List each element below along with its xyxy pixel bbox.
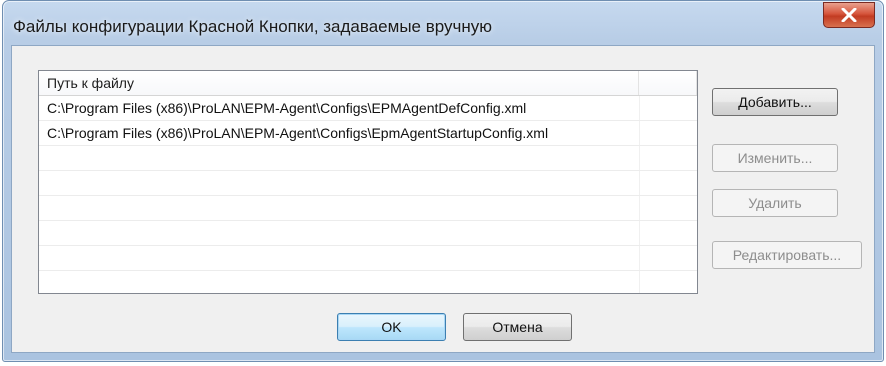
column-separator bbox=[639, 196, 640, 220]
close-x-icon bbox=[841, 8, 857, 22]
list-row[interactable]: C:\Program Files (x86)\ProLAN\EPM-Agent\… bbox=[39, 96, 697, 121]
list-row[interactable]: C:\Program Files (x86)\ProLAN\EPM-Agent\… bbox=[39, 121, 697, 146]
column-separator bbox=[639, 246, 640, 270]
file-path-cell: C:\Program Files (x86)\ProLAN\EPM-Agent\… bbox=[47, 125, 549, 141]
file-path-cell: C:\Program Files (x86)\ProLAN\EPM-Agent\… bbox=[47, 100, 527, 116]
column-separator bbox=[639, 171, 640, 195]
column-header-path[interactable]: Путь к файлу bbox=[39, 71, 639, 95]
close-button[interactable] bbox=[823, 2, 875, 28]
ok-button[interactable]: OK bbox=[337, 313, 446, 341]
column-separator bbox=[639, 121, 640, 145]
column-header-filler bbox=[639, 71, 697, 95]
dialog-window: Файлы конфигурации Красной Кнопки, задав… bbox=[2, 0, 884, 362]
delete-button[interactable]: Удалить bbox=[712, 189, 838, 217]
list-row-empty bbox=[39, 221, 697, 246]
config-files-list[interactable]: Путь к файлу C:\Program Files (x86)\ProL… bbox=[38, 70, 698, 294]
column-separator bbox=[639, 271, 640, 293]
add-button[interactable]: Добавить... bbox=[712, 88, 838, 116]
edit-button[interactable]: Изменить... bbox=[712, 144, 838, 172]
list-row-empty bbox=[39, 196, 697, 221]
column-separator bbox=[639, 96, 640, 120]
title-bar[interactable]: Файлы конфигурации Красной Кнопки, задав… bbox=[3, 1, 883, 45]
window-title: Файлы конфигурации Красной Кнопки, задав… bbox=[13, 17, 493, 36]
list-row-empty bbox=[39, 146, 697, 171]
cancel-button[interactable]: Отмена bbox=[463, 313, 572, 341]
list-row-empty bbox=[39, 171, 697, 196]
column-separator bbox=[639, 146, 640, 170]
column-separator bbox=[639, 221, 640, 245]
dialog-client-area: Путь к файлу C:\Program Files (x86)\ProL… bbox=[11, 45, 875, 353]
list-header: Путь к файлу bbox=[39, 71, 697, 96]
open-editor-button[interactable]: Редактировать... bbox=[712, 241, 862, 269]
list-row-empty bbox=[39, 246, 697, 271]
list-row-empty bbox=[39, 271, 697, 293]
list-rows: C:\Program Files (x86)\ProLAN\EPM-Agent\… bbox=[39, 96, 697, 293]
